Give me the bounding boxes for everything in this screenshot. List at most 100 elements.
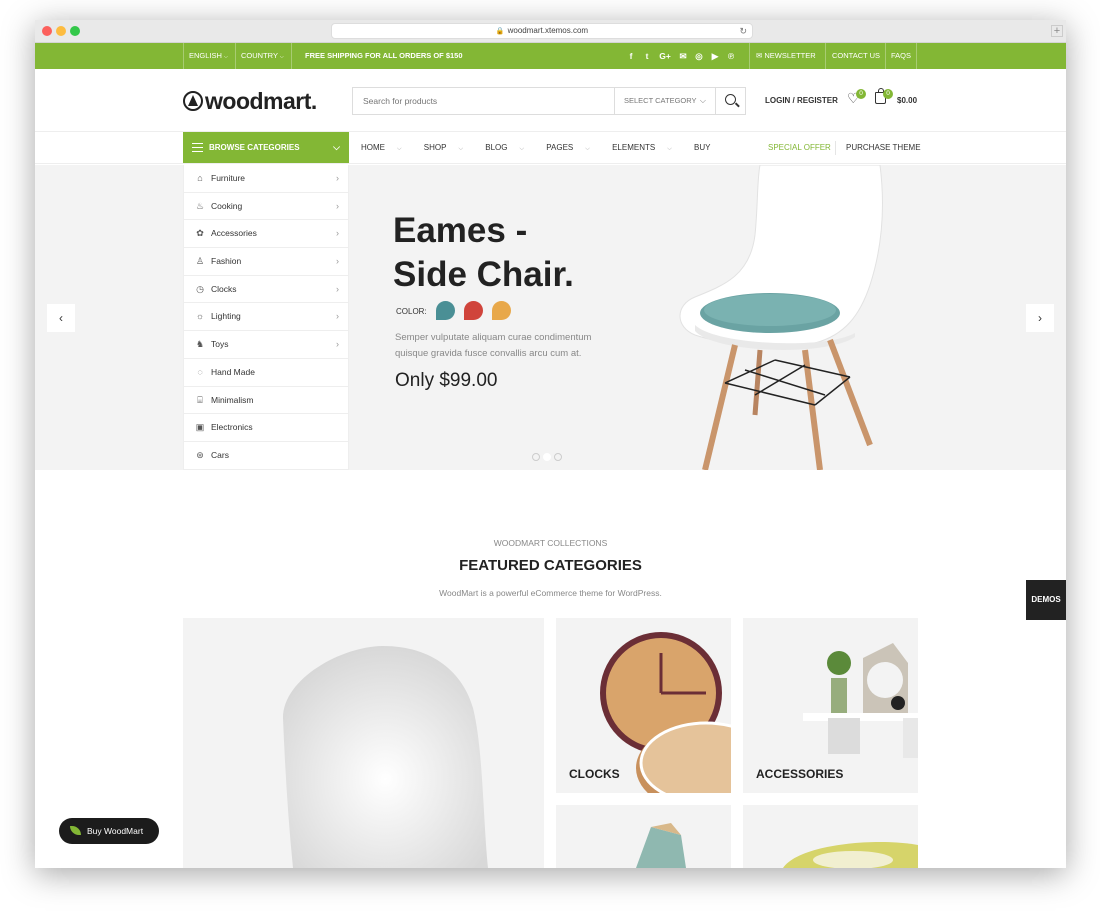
chevron-right-icon: › bbox=[336, 200, 339, 211]
yarn-icon: ◌ bbox=[197, 366, 203, 377]
cart-total[interactable]: $0.00 bbox=[897, 96, 917, 105]
reload-icon[interactable]: ↻ bbox=[739, 24, 747, 38]
nav-blog[interactable]: BLOG ⌵ bbox=[485, 132, 534, 165]
shirt-icon: ♙ bbox=[195, 256, 205, 267]
purchase-theme-link[interactable]: PURCHASE THEME bbox=[846, 132, 921, 163]
google-plus-icon[interactable]: G+ bbox=[655, 43, 675, 69]
tile-label-accessories: ACCESSORIES bbox=[756, 767, 844, 781]
chair-icon: ⌂ bbox=[197, 173, 203, 183]
search-form: SELECT CATEGORY⌵ bbox=[352, 87, 746, 115]
featured-categories-title: FEATURED CATEGORIES bbox=[459, 557, 642, 574]
category-item-electronics[interactable]: ▣ Electronics bbox=[184, 414, 348, 442]
category-item-fashion[interactable]: ♙ Fashion › bbox=[184, 248, 348, 276]
leaf-icon bbox=[70, 826, 81, 835]
category-select[interactable]: SELECT CATEGORY ⌵ bbox=[614, 88, 715, 114]
shipping-notice: FREE SHIPPING FOR ALL ORDERS OF $150 bbox=[305, 51, 463, 60]
newsletter-link[interactable]: ✉ NEWSLETTER bbox=[756, 43, 816, 69]
main-navigation: BROWSE CATEGORIES ⌵ HOME ⌵ SHOP ⌵ BLOG ⌵ PA… bbox=[35, 132, 1066, 164]
chevron-right-icon: › bbox=[336, 173, 339, 183]
nav-buy[interactable]: BUY bbox=[694, 132, 710, 163]
tile-clocks[interactable]: CLOCKS bbox=[556, 618, 731, 793]
slider-prev-button[interactable]: ‹ bbox=[47, 304, 75, 332]
category-item-hand-made[interactable]: ◌ Hand Made bbox=[184, 359, 348, 387]
minimize-window-button[interactable] bbox=[56, 26, 66, 36]
color-swatch-teal[interactable] bbox=[436, 301, 455, 320]
device-icon: ▣ bbox=[195, 422, 205, 433]
chevron-right-icon: › bbox=[336, 339, 339, 350]
email-icon[interactable]: ✉ bbox=[675, 43, 691, 69]
country-selector[interactable]: COUNTRY ⌵ bbox=[241, 43, 284, 69]
address-bar[interactable]: 🔒 woodmart.xtemos.com ↻ bbox=[331, 23, 753, 39]
search-icon bbox=[725, 94, 736, 105]
slider-dots bbox=[532, 448, 565, 466]
slider-dot-2[interactable] bbox=[543, 453, 551, 461]
color-swatch-orange[interactable] bbox=[492, 301, 511, 320]
slider-dot-1[interactable] bbox=[532, 453, 540, 461]
category-item-lighting[interactable]: ☼ Lighting › bbox=[184, 303, 348, 332]
slider-next-button[interactable]: › bbox=[1026, 304, 1054, 332]
browser-window: 🔒 woodmart.xtemos.com ↻ + ENGLISH ⌵ COUNT… bbox=[35, 20, 1066, 868]
close-window-button[interactable] bbox=[42, 26, 52, 36]
category-item-cooking[interactable]: ♨ Cooking › bbox=[184, 193, 348, 221]
cart-count-badge: 0 bbox=[883, 89, 893, 99]
social-links: f t G+ ✉ ◎ ▶ ℗ bbox=[623, 43, 739, 69]
chevron-down-icon: ⌵ bbox=[333, 142, 340, 152]
white-chair-image bbox=[283, 646, 488, 868]
hero-title: Eames - Side Chair. bbox=[393, 211, 574, 294]
browser-chrome: 🔒 woodmart.xtemos.com ↻ + bbox=[35, 20, 1066, 43]
site-logo[interactable]: woodmart. bbox=[183, 88, 317, 114]
language-selector[interactable]: ENGLISH ⌵ bbox=[189, 43, 228, 69]
twitter-icon[interactable]: t bbox=[639, 43, 655, 69]
pinterest-icon[interactable]: ℗ bbox=[723, 43, 739, 69]
mail-icon: ✉ bbox=[756, 51, 763, 60]
nav-elements[interactable]: ELEMENTS ⌵ bbox=[612, 132, 682, 165]
category-item-toys[interactable]: ♞ Toys › bbox=[184, 331, 348, 359]
nav-home[interactable]: HOME ⌵ bbox=[361, 132, 412, 165]
instagram-icon[interactable]: ◎ bbox=[691, 43, 707, 69]
top-bar: ENGLISH ⌵ COUNTRY ⌵ FREE SHIPPING FOR AL… bbox=[35, 43, 1066, 69]
color-label: COLOR: bbox=[396, 307, 427, 316]
category-list: ⌂ Furniture › ♨ Cooking › ✿ Accessories › ♙ Fas… bbox=[183, 165, 349, 470]
demos-button[interactable]: DEMOS bbox=[1026, 580, 1066, 620]
category-item-furniture[interactable]: ⌂ Furniture › bbox=[184, 165, 348, 193]
faqs-link[interactable]: FAQS bbox=[891, 43, 911, 69]
chevron-right-icon: › bbox=[336, 228, 339, 239]
hamburger-icon bbox=[192, 143, 203, 152]
plant-icon: ✿ bbox=[196, 228, 204, 239]
tile-accessories[interactable]: ACCESSORIES bbox=[743, 618, 918, 793]
special-offer-link[interactable]: SPECIAL OFFER bbox=[768, 132, 831, 163]
login-register-link[interactable]: LOGIN / REGISTER bbox=[765, 96, 838, 105]
buy-woodmart-button[interactable]: Buy WoodMart bbox=[59, 818, 159, 844]
category-item-minimalism[interactable]: ⌸ Minimalism bbox=[184, 387, 348, 415]
pot-icon: ♨ bbox=[195, 200, 205, 211]
tile-furniture[interactable] bbox=[183, 618, 544, 868]
browse-categories-button[interactable]: BROWSE CATEGORIES ⌵ bbox=[183, 132, 349, 163]
youtube-icon[interactable]: ▶ bbox=[707, 43, 723, 69]
clock-icon: ◷ bbox=[196, 283, 204, 294]
new-tab-button[interactable]: + bbox=[1051, 25, 1063, 37]
hero-description: Semper vulputate aliquam curae condiment… bbox=[395, 332, 592, 359]
facebook-icon[interactable]: f bbox=[623, 43, 639, 69]
horse-icon: ♞ bbox=[195, 339, 205, 350]
search-input[interactable] bbox=[353, 88, 614, 114]
nav-shop[interactable]: SHOP ⌵ bbox=[424, 132, 473, 165]
toy-image bbox=[783, 841, 918, 868]
chevron-right-icon: › bbox=[336, 283, 339, 294]
bag-icon: ⌸ bbox=[197, 394, 203, 405]
maximize-window-button[interactable] bbox=[70, 26, 80, 36]
color-swatch-red[interactable] bbox=[464, 301, 483, 320]
search-button[interactable] bbox=[715, 88, 746, 114]
lock-icon: 🔒 bbox=[495, 28, 505, 35]
chevron-down-icon: ⌵ bbox=[699, 96, 706, 105]
category-item-cars[interactable]: ⊛ Cars bbox=[184, 442, 348, 470]
slider-dot-3[interactable] bbox=[554, 453, 562, 461]
category-item-accessories[interactable]: ✿ Accessories › bbox=[184, 220, 348, 249]
tile-lighting[interactable] bbox=[556, 805, 731, 868]
tile-toys[interactable] bbox=[743, 805, 918, 868]
nav-pages[interactable]: PAGES ⌵ bbox=[546, 132, 600, 165]
collections-subtitle: WOODMART COLLECTIONS bbox=[493, 538, 608, 548]
wishlist-count-badge: 0 bbox=[856, 89, 866, 99]
site-header: woodmart. SELECT CATEGORY⌵ LOGIN / REGIS… bbox=[35, 69, 1066, 132]
category-item-clocks[interactable]: ◷ Clocks › bbox=[184, 276, 348, 304]
contact-us-link[interactable]: CONTACT US bbox=[832, 43, 880, 69]
